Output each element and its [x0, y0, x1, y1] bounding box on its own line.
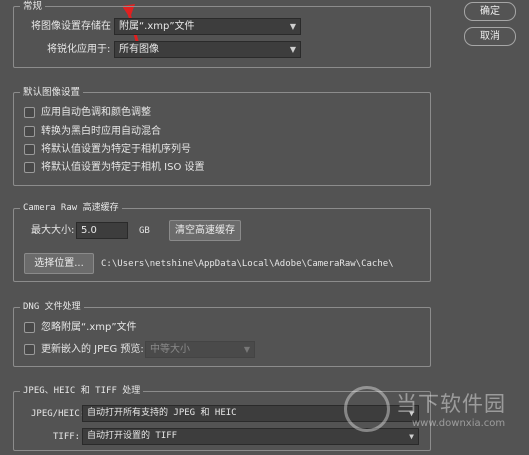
- save-settings-value: 附属“.xmp”文件: [119, 21, 195, 32]
- ok-button[interactable]: 确定: [464, 2, 516, 21]
- update-preview-checkbox[interactable]: 更新嵌入的 JPEG 预览:: [24, 343, 154, 357]
- max-size-label: 最大大小:: [31, 225, 75, 236]
- ignore-sidecar-checkbox[interactable]: 忽略附属“.xmp”文件: [24, 321, 224, 335]
- sharpen-dropdown[interactable]: 所有图像 ▼: [114, 41, 301, 58]
- checkbox-box[interactable]: [24, 162, 35, 173]
- jpeg-heic-value: 自动打开所有支持的 JPEG 和 HEIC: [87, 408, 237, 418]
- jpeg-heic-tiff-legend: JPEG、HEIC 和 TIFF 处理: [20, 385, 144, 398]
- ignore-sidecar-label: 忽略附属“.xmp”文件: [41, 322, 137, 333]
- general-legend: 常规: [20, 0, 46, 13]
- purge-cache-button[interactable]: 清空高速缓存: [169, 220, 241, 241]
- general-group: 常规: [13, 0, 431, 68]
- save-settings-dropdown[interactable]: 附属“.xmp”文件 ▼: [114, 18, 301, 35]
- max-size-input[interactable]: 5.0: [76, 222, 128, 239]
- downxia-logo-icon: [344, 386, 390, 432]
- chevron-down-icon: ▼: [243, 345, 250, 354]
- chevron-down-icon: ▼: [289, 22, 296, 31]
- select-location-button[interactable]: 选择位置...: [24, 253, 94, 274]
- camera-serial-label: 将默认值设置为特定于相机序列号: [41, 144, 191, 155]
- watermark-text: 当下软件园: [396, 392, 506, 416]
- tiff-value: 自动打开设置的 TIFF: [87, 431, 178, 441]
- chevron-down-icon: ▼: [289, 45, 296, 54]
- checkbox-box[interactable]: [24, 126, 35, 137]
- checkbox-box[interactable]: [24, 107, 35, 118]
- jpeg-heic-label: JPEG/HEIC:: [31, 409, 86, 419]
- dng-group: DNG 文件处理: [13, 301, 431, 367]
- preview-size-value: 中等大小: [150, 344, 190, 355]
- camera-iso-label: 将默认值设置为特定于相机 ISO 设置: [41, 162, 205, 173]
- watermark-url: www.downxia.com: [412, 418, 506, 429]
- max-size-unit: GB: [139, 226, 150, 236]
- auto-mix-checkbox[interactable]: 转换为黑白时应用自动混合: [24, 125, 224, 139]
- checkbox-box[interactable]: [24, 144, 35, 155]
- checkbox-box[interactable]: [24, 322, 35, 333]
- watermark: 当下软件园 www.downxia.com: [342, 382, 522, 452]
- dng-legend: DNG 文件处理: [20, 301, 84, 314]
- auto-tone-checkbox[interactable]: 应用自动色调和颜色调整: [24, 106, 224, 120]
- default-settings-legend: 默认图像设置: [20, 86, 84, 99]
- checkbox-box[interactable]: [24, 344, 35, 355]
- preview-size-dropdown[interactable]: 中等大小 ▼: [145, 341, 255, 358]
- camera-iso-checkbox[interactable]: 将默认值设置为特定于相机 ISO 设置: [24, 161, 224, 175]
- auto-mix-label: 转换为黑白时应用自动混合: [41, 126, 161, 137]
- cancel-button[interactable]: 取消: [464, 27, 516, 46]
- tiff-label: TIFF:: [53, 432, 81, 442]
- sharpen-value: 所有图像: [119, 44, 159, 55]
- cache-legend: Camera Raw 高速缓存: [20, 202, 122, 215]
- auto-tone-label: 应用自动色调和颜色调整: [41, 107, 151, 118]
- update-preview-label: 更新嵌入的 JPEG 预览:: [41, 344, 144, 355]
- sharpen-label: 将锐化应用于:: [47, 44, 111, 55]
- save-settings-label: 将图像设置存储在: [31, 21, 111, 32]
- cache-path: C:\Users\netshine\AppData\Local\Adobe\Ca…: [101, 259, 394, 269]
- camera-serial-checkbox[interactable]: 将默认值设置为特定于相机序列号: [24, 143, 224, 157]
